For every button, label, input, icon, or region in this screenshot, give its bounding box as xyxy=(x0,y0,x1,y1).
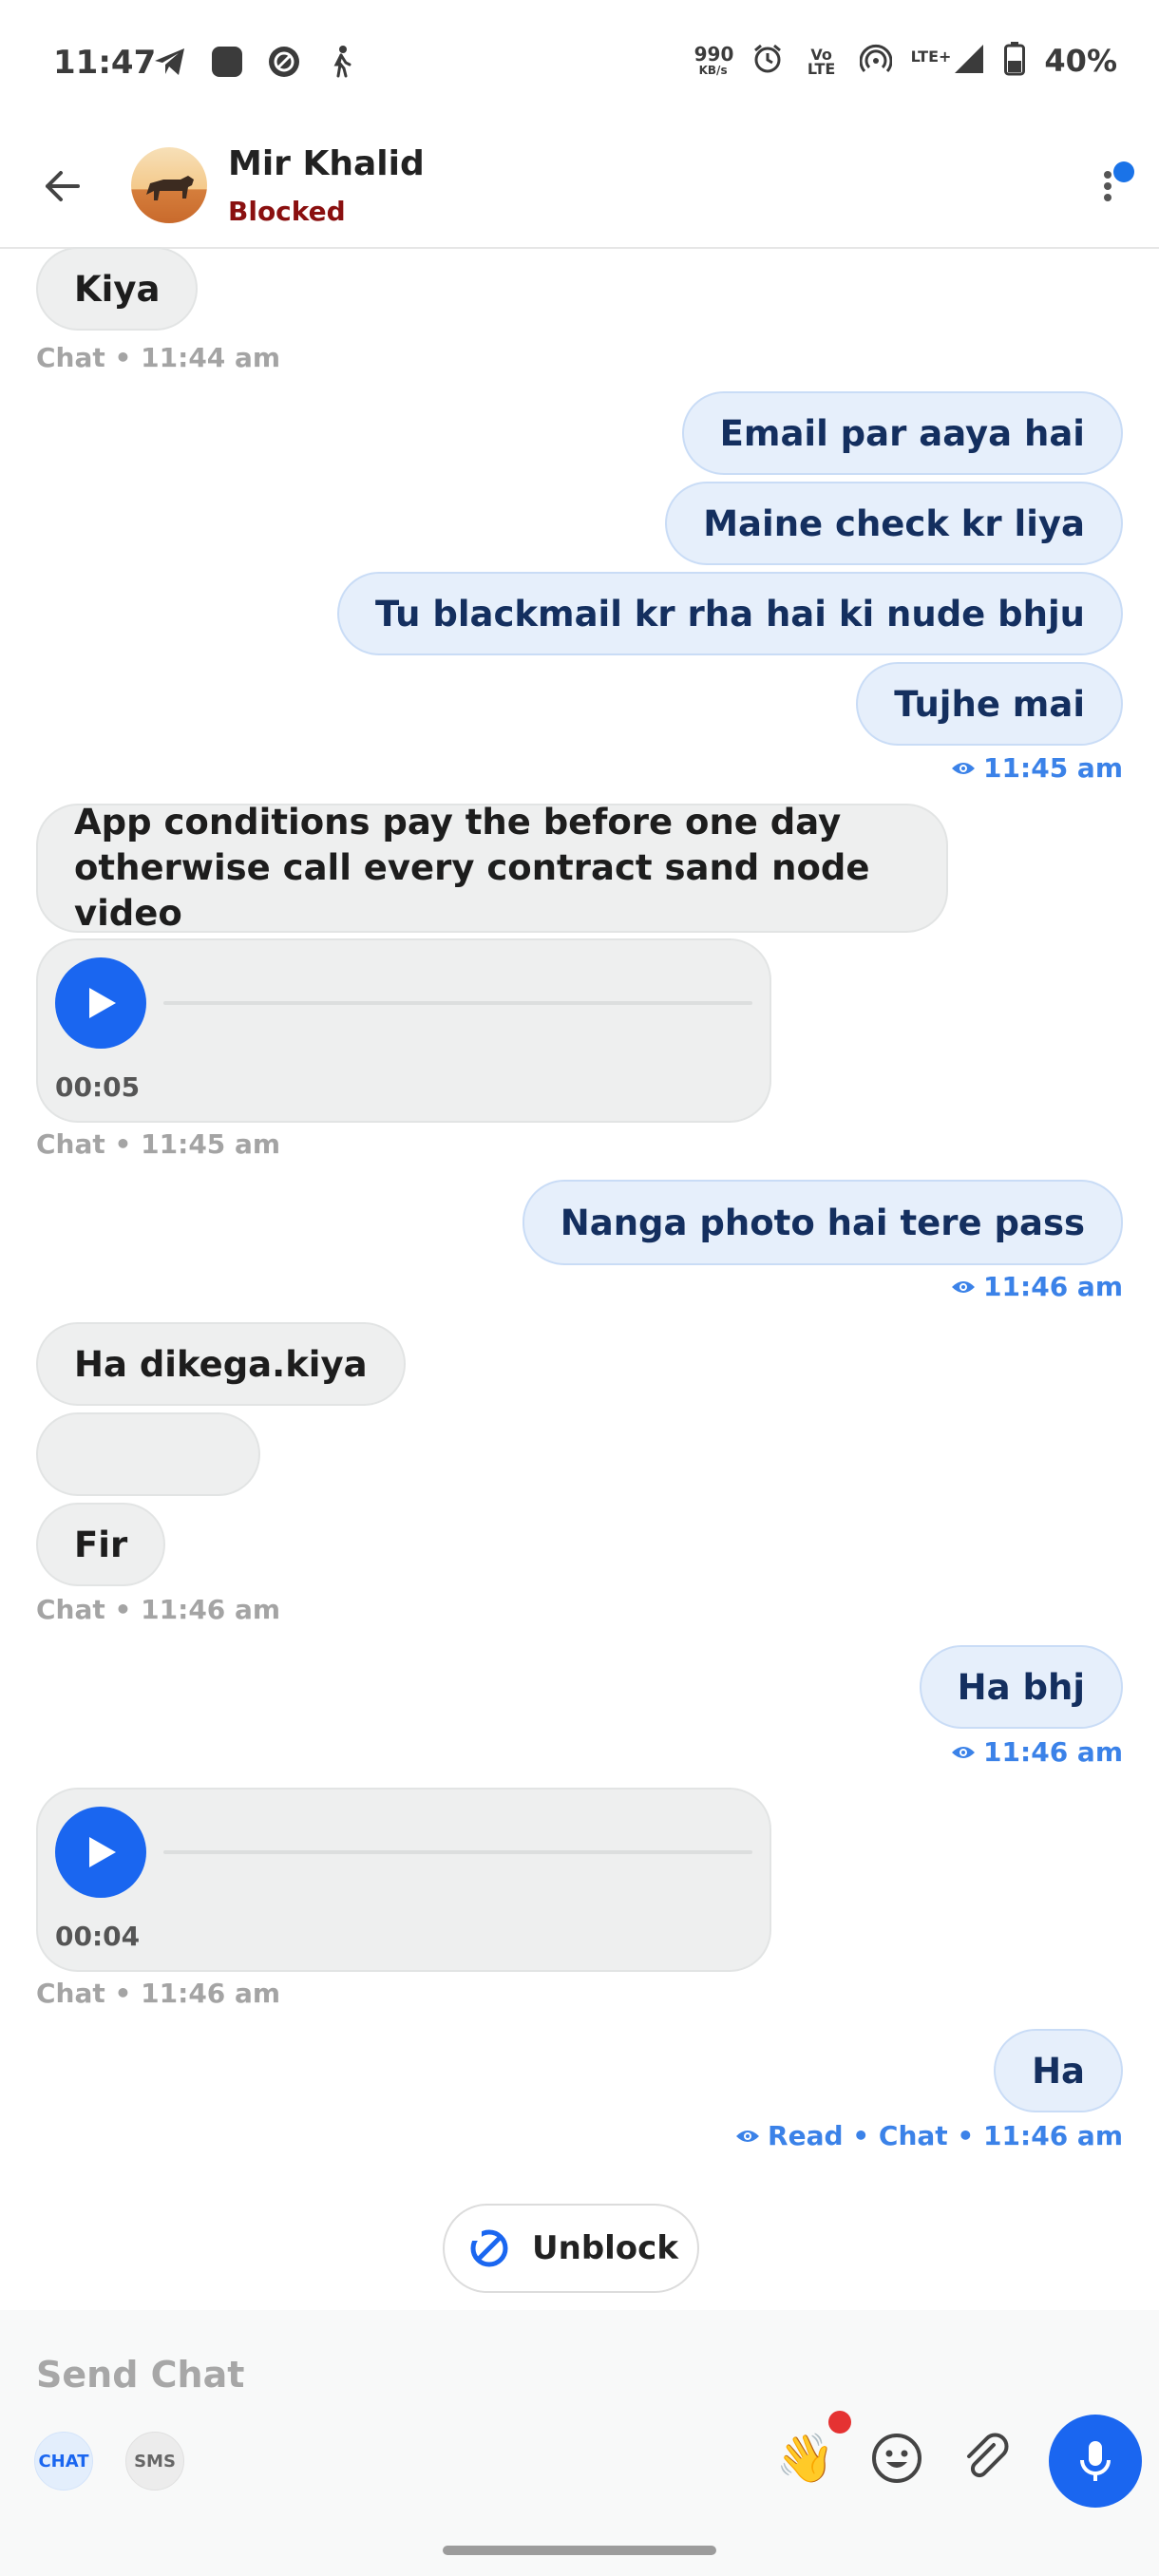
outgoing-message[interactable]: Tu blackmail kr rha hai ki nude bhju xyxy=(336,572,1123,655)
incoming-message[interactable]: Ha dikega.kiya xyxy=(36,1322,406,1406)
message-text: Fir xyxy=(74,1524,128,1565)
app-square-icon xyxy=(209,44,245,80)
play-button[interactable] xyxy=(55,957,146,1049)
status-system-icons: 990 KB/s Vo LTE LTE+ 40% xyxy=(694,42,1117,80)
network-speed-value: 990 xyxy=(694,43,734,66)
message-time: Read • Chat • 11:46 am xyxy=(768,2120,1123,2151)
seen-eye-icon xyxy=(736,2130,760,2142)
message-meta: Chat • 11:46 am xyxy=(36,1594,281,1625)
battery-icon xyxy=(1004,42,1026,80)
message-meta: Chat • 11:46 am xyxy=(36,1978,281,2009)
hotspot-icon xyxy=(859,43,893,79)
message-time: 11:46 am xyxy=(983,1736,1123,1768)
avatar[interactable] xyxy=(131,147,207,223)
volte-indicator: Vo LTE xyxy=(803,47,841,78)
audio-progress-track[interactable] xyxy=(163,1850,752,1854)
paperclip-icon xyxy=(967,2433,1009,2478)
signal-icon xyxy=(953,43,985,79)
unblock-label: Unblock xyxy=(532,2229,678,2267)
outgoing-message[interactable]: Ha bhj xyxy=(919,1645,1123,1729)
smiley-icon xyxy=(872,2434,922,2483)
message-meta: 11:46 am xyxy=(951,1271,1123,1302)
message-text: Maine check kr liya xyxy=(703,502,1085,544)
voice-record-button[interactable] xyxy=(1049,2415,1142,2508)
attach-button[interactable] xyxy=(956,2428,1016,2489)
voice-message[interactable]: 00:04 xyxy=(36,1788,771,1972)
battery-percent: 40% xyxy=(1044,43,1117,79)
volte-bottom: LTE xyxy=(807,59,836,78)
message-text: Ha dikega.kiya xyxy=(74,1343,368,1385)
outgoing-message[interactable]: Email par aaya hai xyxy=(681,391,1123,475)
contact-name[interactable]: Mir Khalid xyxy=(228,144,425,183)
lte-label: LTE+ xyxy=(910,47,952,66)
walking-icon xyxy=(323,44,359,80)
message-meta: Read • Chat • 11:46 am xyxy=(735,2120,1123,2151)
voice-message[interactable]: 00:05 xyxy=(36,938,771,1123)
lte-indicator: LTE+ xyxy=(911,43,986,79)
sms-mode-toggle[interactable]: SMS xyxy=(125,2432,184,2491)
incoming-empty-message[interactable] xyxy=(36,1412,260,1496)
emoji-button[interactable] xyxy=(866,2428,927,2489)
voice-duration: 00:04 xyxy=(55,1921,141,1952)
play-icon xyxy=(89,1837,116,1867)
seen-eye-icon xyxy=(952,1280,976,1293)
do-not-disturb-icon xyxy=(266,44,302,80)
incoming-message[interactable]: App conditions pay the before one day ot… xyxy=(36,802,948,934)
message-composer: Send Chat CHAT SMS 👋 xyxy=(0,2310,1159,2576)
network-speed: 990 KB/s xyxy=(694,43,734,77)
message-list[interactable]: Kiya Chat • 11:44 am Email par aaya hai … xyxy=(0,247,1159,2310)
play-button[interactable] xyxy=(55,1807,146,1898)
message-text: Nanga photo hai tere pass xyxy=(560,1202,1085,1243)
notification-badge xyxy=(1113,161,1134,182)
unblock-icon xyxy=(470,2229,508,2267)
message-text: Tujhe mai xyxy=(894,683,1085,725)
message-time: 11:45 am xyxy=(983,752,1123,784)
audio-progress-track[interactable] xyxy=(163,1001,752,1005)
alarm-icon xyxy=(751,43,784,79)
message-input[interactable]: Send Chat xyxy=(36,2354,244,2396)
wave-emoji-button[interactable]: 👋 xyxy=(775,2428,836,2489)
message-text: Tu blackmail kr rha hai ki nude bhju xyxy=(374,593,1085,635)
arrow-back-icon xyxy=(46,171,80,201)
message-text: Email par aaya hai xyxy=(719,412,1085,454)
network-speed-unit: KB/s xyxy=(698,64,728,77)
status-notification-icons xyxy=(152,44,359,80)
outgoing-message[interactable]: Nanga photo hai tere pass xyxy=(522,1180,1123,1265)
message-meta: 11:46 am xyxy=(951,1736,1123,1768)
message-meta: 11:45 am xyxy=(951,752,1123,784)
status-bar: 11:47 990 KB/s Vo LTE LTE+ 40% xyxy=(0,0,1159,123)
blocked-status: Blocked xyxy=(228,196,346,227)
message-time: 11:46 am xyxy=(983,1271,1123,1302)
microphone-icon xyxy=(1080,2441,1111,2481)
message-meta: Chat • 11:44 am xyxy=(36,342,281,373)
outgoing-message[interactable]: Tujhe mai xyxy=(856,662,1123,746)
unblock-button[interactable]: Unblock xyxy=(443,2204,699,2293)
status-time: 11:47 xyxy=(53,44,157,82)
play-icon xyxy=(89,988,116,1018)
outgoing-message[interactable]: Ha xyxy=(994,2029,1123,2112)
message-text: Ha xyxy=(1032,2050,1085,2092)
seen-eye-icon xyxy=(952,762,976,774)
message-text: Ha bhj xyxy=(957,1666,1085,1708)
chat-mode-toggle[interactable]: CHAT xyxy=(34,2432,93,2491)
home-indicator[interactable] xyxy=(443,2546,716,2555)
message-text: App conditions pay the before one day ot… xyxy=(74,802,870,934)
message-text: Kiya xyxy=(74,268,161,310)
message-meta: Chat • 11:45 am xyxy=(36,1128,281,1160)
buffalo-avatar-icon xyxy=(146,176,194,200)
seen-eye-icon xyxy=(952,1746,976,1758)
back-button[interactable] xyxy=(34,158,91,215)
incoming-message[interactable]: Kiya xyxy=(36,247,199,331)
outgoing-message[interactable]: Maine check kr liya xyxy=(665,482,1123,565)
wave-notification-dot xyxy=(828,2411,851,2434)
telegram-icon xyxy=(152,44,188,80)
chat-header: Mir Khalid Blocked xyxy=(0,123,1159,249)
incoming-message[interactable]: Fir xyxy=(36,1503,166,1586)
voice-duration: 00:05 xyxy=(55,1071,141,1103)
